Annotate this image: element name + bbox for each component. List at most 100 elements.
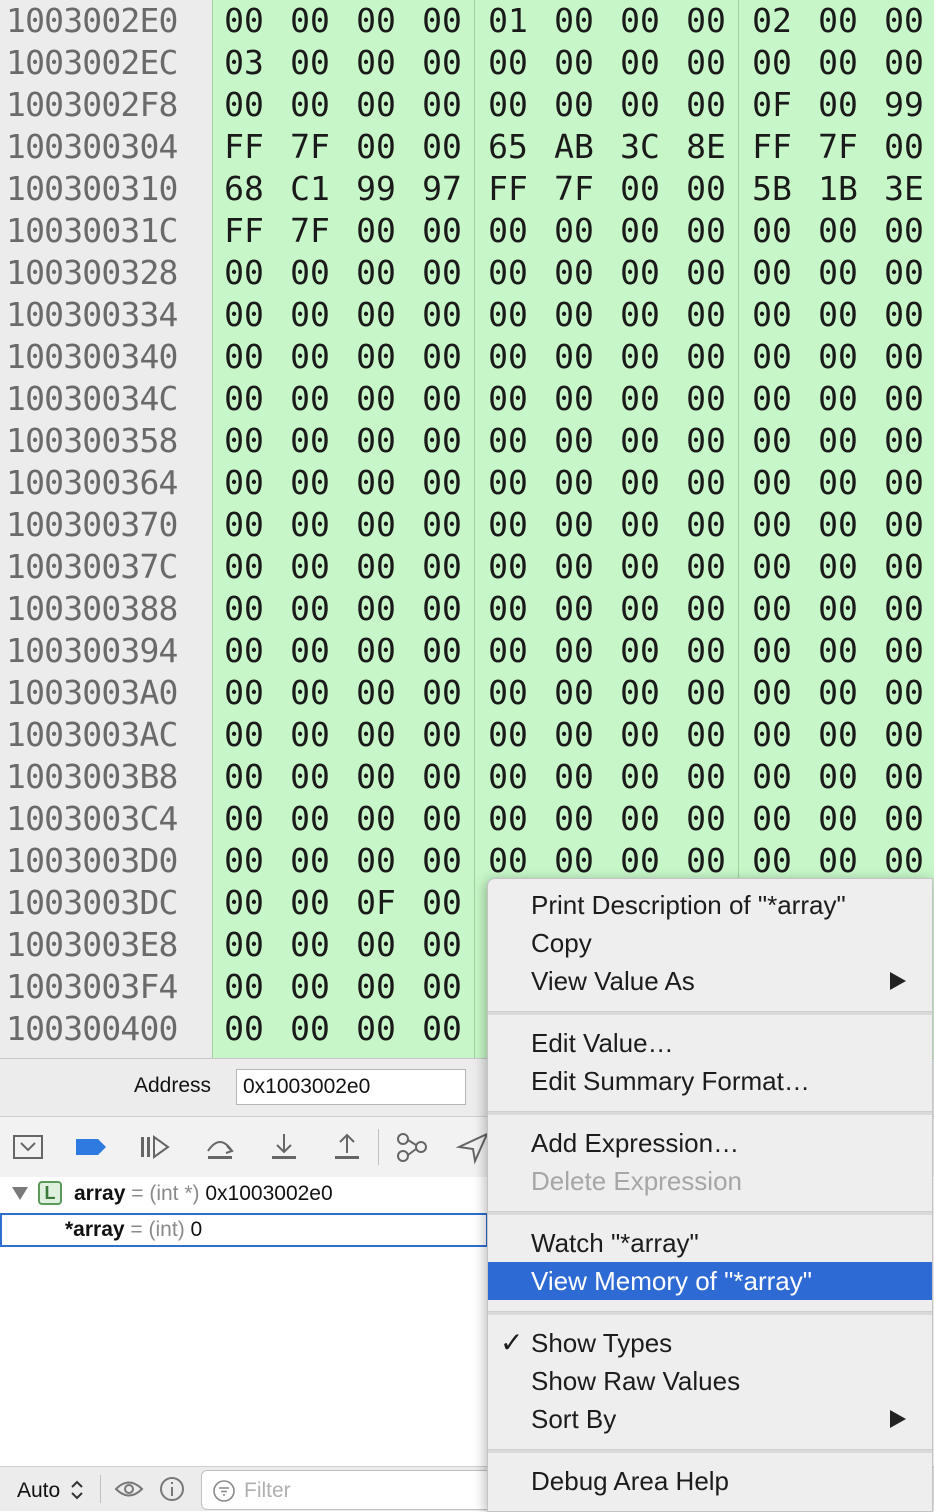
memory-byte[interactable]: 00 [420, 714, 464, 756]
memory-byte[interactable]: 00 [618, 546, 662, 588]
memory-byte[interactable]: 00 [816, 588, 860, 630]
menu-item-debug-area-help[interactable]: Debug Area Help [488, 1462, 932, 1500]
memory-byte[interactable]: 00 [882, 252, 926, 294]
memory-byte[interactable]: 00 [486, 630, 530, 672]
breakpoints-toggle-icon[interactable] [73, 1129, 109, 1165]
memory-byte[interactable]: 00 [486, 672, 530, 714]
memory-byte[interactable]: 00 [552, 336, 596, 378]
memory-byte[interactable]: 00 [222, 336, 266, 378]
memory-byte[interactable]: 00 [684, 42, 728, 84]
memory-byte[interactable]: 1B [816, 168, 860, 210]
memory-byte[interactable]: 00 [354, 210, 398, 252]
memory-byte[interactable]: 00 [552, 42, 596, 84]
memory-byte[interactable]: 00 [354, 336, 398, 378]
memory-byte[interactable]: 00 [420, 462, 464, 504]
memory-byte[interactable]: 00 [750, 798, 794, 840]
memory-byte[interactable]: 00 [486, 504, 530, 546]
memory-byte[interactable]: 00 [618, 756, 662, 798]
memory-byte[interactable]: 00 [288, 294, 332, 336]
memory-byte[interactable]: 00 [486, 294, 530, 336]
memory-byte[interactable]: 00 [486, 546, 530, 588]
memory-byte[interactable]: 00 [288, 798, 332, 840]
memory-byte[interactable]: 00 [354, 1008, 398, 1050]
memory-byte[interactable]: 00 [486, 798, 530, 840]
menu-item-copy[interactable]: Copy [488, 924, 932, 962]
memory-byte[interactable]: 00 [750, 714, 794, 756]
memory-byte[interactable]: 00 [618, 84, 662, 126]
memory-byte[interactable]: 8E [684, 126, 728, 168]
menu-item-watch[interactable]: Watch "*array" [488, 1224, 932, 1262]
memory-byte[interactable]: 00 [222, 966, 266, 1008]
memory-byte[interactable]: 00 [354, 0, 398, 42]
memory-byte[interactable]: 00 [882, 462, 926, 504]
memory-byte[interactable]: 00 [684, 168, 728, 210]
memory-byte[interactable]: 00 [618, 588, 662, 630]
memory-byte[interactable]: 00 [354, 966, 398, 1008]
memory-byte[interactable]: 00 [618, 42, 662, 84]
memory-byte[interactable]: 00 [486, 462, 530, 504]
memory-byte[interactable]: 00 [684, 252, 728, 294]
memory-byte[interactable]: 00 [750, 756, 794, 798]
memory-byte[interactable]: 00 [354, 840, 398, 882]
memory-byte[interactable]: 00 [486, 714, 530, 756]
memory-byte[interactable]: 00 [618, 378, 662, 420]
disclosure-triangle-icon[interactable] [12, 1187, 28, 1200]
memory-byte[interactable]: 00 [750, 504, 794, 546]
memory-byte[interactable]: 00 [420, 1008, 464, 1050]
memory-byte[interactable]: 00 [882, 714, 926, 756]
memory-byte[interactable]: 00 [882, 336, 926, 378]
memory-byte[interactable]: 00 [552, 630, 596, 672]
memory-byte[interactable]: 00 [618, 672, 662, 714]
memory-byte[interactable]: 00 [222, 294, 266, 336]
memory-byte[interactable]: 00 [288, 672, 332, 714]
memory-byte[interactable]: 00 [618, 798, 662, 840]
memory-byte[interactable]: 00 [420, 294, 464, 336]
step-out-icon[interactable] [329, 1129, 365, 1165]
memory-byte[interactable]: 00 [222, 924, 266, 966]
memory-byte[interactable]: 00 [222, 672, 266, 714]
menu-item-show-raw-values[interactable]: Show Raw Values [488, 1362, 932, 1400]
memory-byte[interactable]: 00 [816, 378, 860, 420]
filter-field[interactable]: Filter [201, 1470, 501, 1510]
memory-byte[interactable]: 00 [222, 0, 266, 42]
memory-byte[interactable]: 00 [354, 294, 398, 336]
memory-byte[interactable]: 7F [288, 210, 332, 252]
memory-byte[interactable]: 00 [816, 462, 860, 504]
scope-selector[interactable]: Auto [17, 1479, 84, 1503]
memory-byte[interactable]: 00 [354, 630, 398, 672]
memory-byte[interactable]: 00 [882, 630, 926, 672]
memory-byte[interactable]: 00 [288, 714, 332, 756]
memory-byte[interactable]: 00 [222, 1008, 266, 1050]
memory-byte[interactable]: 00 [288, 756, 332, 798]
memory-byte[interactable]: C1 [288, 168, 332, 210]
continue-icon[interactable] [136, 1129, 172, 1165]
memory-byte[interactable]: 00 [816, 672, 860, 714]
memory-byte[interactable]: 00 [420, 756, 464, 798]
memory-byte[interactable]: 00 [816, 294, 860, 336]
step-into-icon[interactable] [266, 1129, 302, 1165]
memory-byte[interactable]: 00 [552, 378, 596, 420]
memory-byte[interactable]: 00 [486, 336, 530, 378]
memory-byte[interactable]: 00 [420, 336, 464, 378]
memory-byte[interactable]: 00 [354, 714, 398, 756]
memory-byte[interactable]: 00 [288, 0, 332, 42]
memory-byte[interactable]: 00 [618, 252, 662, 294]
memory-byte[interactable]: 00 [618, 336, 662, 378]
memory-byte[interactable]: 00 [222, 714, 266, 756]
memory-byte[interactable]: 00 [354, 84, 398, 126]
memory-byte[interactable]: 00 [222, 756, 266, 798]
memory-byte[interactable]: 00 [354, 420, 398, 462]
memory-byte[interactable]: 00 [222, 798, 266, 840]
memory-byte[interactable]: 5B [750, 168, 794, 210]
memory-byte[interactable]: 00 [420, 0, 464, 42]
memory-byte[interactable]: 00 [750, 840, 794, 882]
memory-byte[interactable]: 00 [816, 756, 860, 798]
memory-byte[interactable]: 00 [354, 504, 398, 546]
memory-byte[interactable]: 00 [882, 504, 926, 546]
memory-byte[interactable]: 00 [222, 252, 266, 294]
memory-byte[interactable]: 99 [354, 168, 398, 210]
memory-byte[interactable]: 00 [420, 672, 464, 714]
memory-byte[interactable]: 00 [486, 588, 530, 630]
memory-byte[interactable]: 3E [882, 168, 926, 210]
memory-byte[interactable]: 00 [684, 756, 728, 798]
